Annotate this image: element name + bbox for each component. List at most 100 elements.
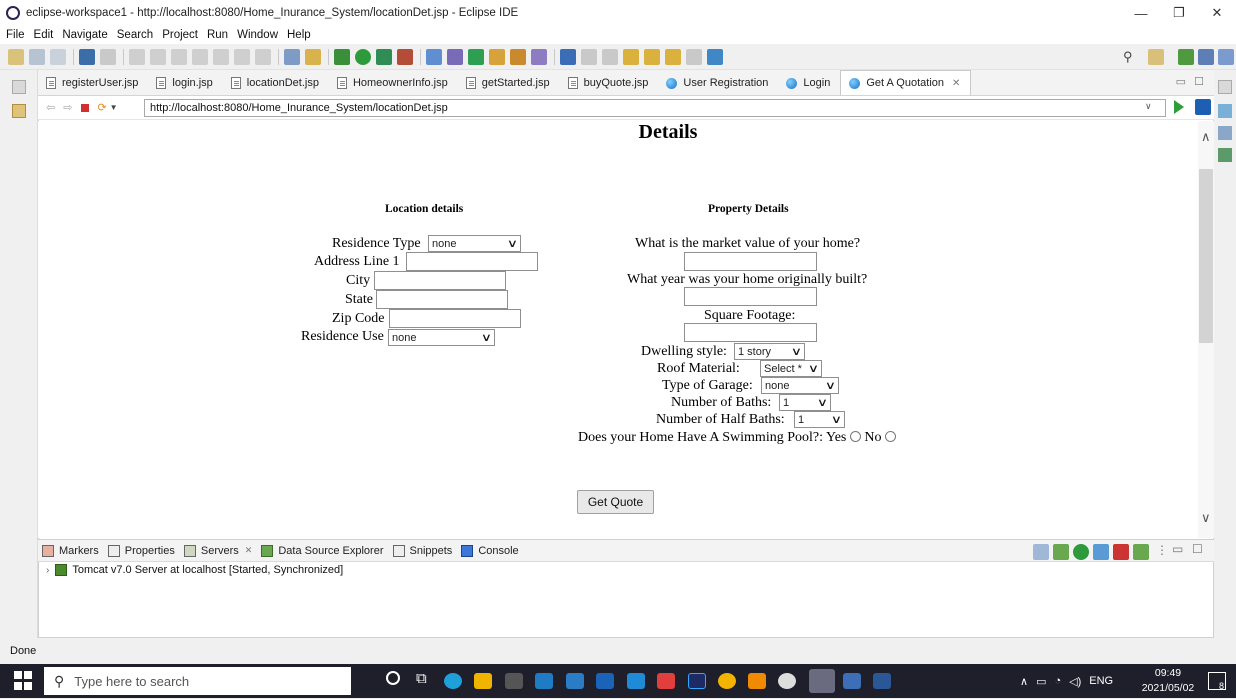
annotation-icon[interactable] [560,48,576,65]
go-icon[interactable] [1174,100,1184,114]
dwelling-style-select[interactable]: 1 story ∨ [734,343,805,360]
scroll-up-icon[interactable]: ∧ [1201,129,1211,145]
expand-chevron-icon[interactable]: › [46,565,49,576]
minimize-panel-icon[interactable]: ▭ [1172,542,1183,556]
market-value-input[interactable] [684,252,817,271]
tab-buyquote[interactable]: buyQuote.jsp [560,71,659,95]
terminal-icon[interactable] [79,48,95,65]
back-icon[interactable] [644,48,660,65]
tab-data-source-explorer[interactable]: Data Source Explorer [261,544,384,557]
file-explorer-icon[interactable] [474,673,492,689]
view-menu-icon[interactable]: ⋮ [1156,543,1168,557]
new-package-icon[interactable] [447,48,463,65]
tab-homeownerinfo[interactable]: HomeownerInfo.jsp [329,71,458,95]
settings-gear-icon[interactable] [778,673,796,689]
project-explorer-icon[interactable] [12,104,26,118]
menu-help[interactable]: Help [287,29,311,41]
close-tab-icon[interactable]: ✕ [952,78,960,89]
start-server-icon[interactable] [1073,544,1089,560]
show-hidden-icons-chevron-icon[interactable]: ∧ [1020,675,1028,688]
square-footage-input[interactable] [684,323,817,342]
maximize-panel-icon[interactable]: ☐ [1192,542,1203,556]
terminate-icon[interactable] [171,48,187,65]
app-icon-4[interactable] [843,673,861,689]
mail-icon[interactable] [535,673,553,689]
next-annotation-icon[interactable] [581,48,597,65]
menu-edit[interactable]: Edit [34,29,54,41]
menu-navigate[interactable]: Navigate [62,29,107,41]
residence-use-select[interactable]: none ∨ [388,329,495,346]
open-perspective-new-icon[interactable] [707,48,723,65]
restore-view-icon[interactable] [1218,80,1232,94]
server-entry[interactable]: › Tomcat v7.0 Server at localhost [Start… [46,564,343,576]
pool-no-radio[interactable] [884,431,896,442]
open-perspective-icon[interactable] [1148,49,1164,65]
coverage-icon[interactable] [376,48,392,65]
language-indicator[interactable]: ENG [1089,675,1113,687]
minimize-button[interactable]: — [1122,0,1160,26]
menu-search[interactable]: Search [117,29,153,41]
maximize-button[interactable]: ❐ [1160,0,1198,26]
new-icon[interactable] [8,48,24,65]
volume-icon[interactable]: ◁) [1069,675,1081,688]
open-task-icon[interactable] [510,48,526,65]
windows-start-icon[interactable] [14,671,34,691]
wifi-icon[interactable]: ◔ [1054,675,1061,687]
taskbar-clock[interactable]: 09:49 2021/05/02 [1137,666,1199,696]
external-browser-icon[interactable] [1195,99,1211,115]
stop-server-icon[interactable] [1113,544,1129,560]
roof-material-select[interactable]: Select * ∨ [760,360,822,377]
battery-icon[interactable]: ▭ [1036,675,1046,688]
refresh-icon[interactable]: ⟳ [97,101,106,114]
tab-login-jsp[interactable]: login.jsp [148,71,222,95]
tab-console[interactable]: Console [461,544,519,557]
java-perspective-icon[interactable] [1218,49,1234,65]
eclipse-taskbar-icon[interactable] [809,669,835,693]
tab-snippets[interactable]: Snippets [392,544,452,557]
drop-to-frame-icon[interactable] [284,48,300,65]
get-quote-button[interactable]: Get Quote [577,490,654,514]
tab-servers[interactable]: Servers ✕ [183,544,252,557]
disconnect-icon[interactable] [192,48,208,65]
tab-properties[interactable]: Properties [107,544,175,557]
cortana-icon[interactable] [386,671,400,685]
outline-icon[interactable] [1218,104,1232,118]
number-of-baths-select[interactable]: 1 ∨ [779,394,831,411]
app-icon-5[interactable] [873,673,891,689]
app-icon-3[interactable] [627,673,645,689]
url-input[interactable]: http://localhost:8080/Home_Inurance_Syst… [144,99,1166,117]
tab-markers[interactable]: Markers [42,544,99,557]
step-over-icon[interactable] [234,48,250,65]
city-input[interactable] [374,271,506,290]
restore-view-icon[interactable] [12,80,26,94]
minimize-editor-icon[interactable]: ▭ [1176,75,1186,88]
external-tools-icon[interactable] [397,48,413,65]
pin-editor-icon[interactable] [686,48,702,65]
tab-getstarted[interactable]: getStarted.jsp [458,71,560,95]
resume-icon[interactable] [129,48,145,65]
taskbar-search-box[interactable]: ⚲ Type here to search [44,667,351,695]
vlc-icon[interactable] [748,673,766,689]
menu-window[interactable]: Window [237,29,278,41]
step-return-icon[interactable] [255,48,271,65]
profile-server-icon[interactable] [1093,544,1109,560]
back-arrow-icon[interactable]: ⇦ [46,101,55,114]
forward-icon[interactable] [665,48,681,65]
store-icon[interactable] [505,673,523,689]
notification-center-icon[interactable]: 8 [1208,672,1226,691]
new-java-project-icon[interactable] [426,48,442,65]
app-icon-2[interactable] [596,673,614,689]
tab-login-web[interactable]: Login [778,71,840,95]
menu-file[interactable]: File [6,29,25,41]
step-into-icon[interactable] [213,48,229,65]
save-icon[interactable] [29,48,45,65]
save-all-icon[interactable] [50,48,66,65]
forward-arrow-icon[interactable]: ⇨ [63,101,72,114]
tab-user-registration[interactable]: User Registration [658,71,778,95]
task-view-icon[interactable]: ⧉ [416,670,427,687]
new-class-icon[interactable] [468,48,484,65]
run-icon[interactable] [355,48,371,65]
zip-code-input[interactable] [389,309,521,328]
stop-icon[interactable] [81,103,90,112]
pool-yes-radio[interactable] [849,431,861,442]
